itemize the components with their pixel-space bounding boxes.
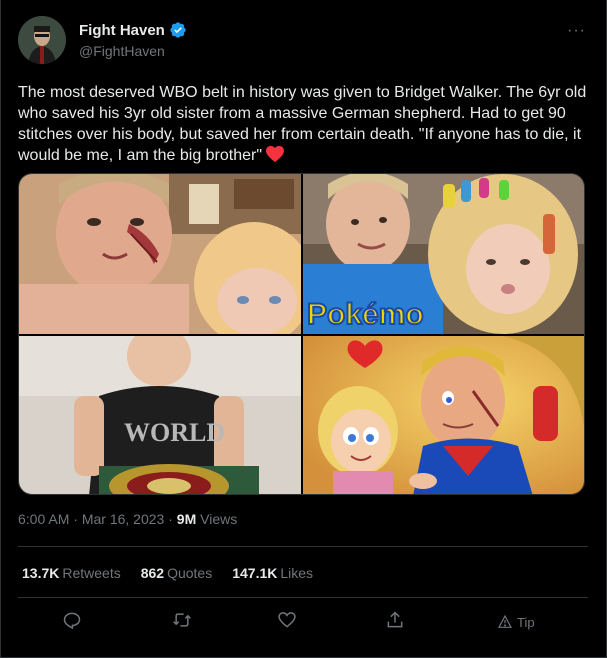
tweet-meta: 6:00 AM · Mar 16, 2023 · 9M Views <box>18 511 237 527</box>
photo-boy-with-belt[interactable]: WORLD <box>19 336 301 494</box>
share-icon <box>387 611 403 628</box>
quotes-stat[interactable]: 862 Quotes <box>141 565 213 581</box>
tweet-header: Fight Haven @FightHaven ··· <box>18 16 590 66</box>
world-shirt-text: WORLD <box>124 418 225 447</box>
likes-count: 147.1K <box>232 565 278 581</box>
share-button[interactable] <box>385 610 409 634</box>
tweet-text-body: The most deserved WBO belt in history wa… <box>18 84 587 164</box>
photo-boy-with-stitches[interactable] <box>19 174 301 334</box>
more-options-icon[interactable]: ··· <box>567 22 586 40</box>
tip-label: Tip <box>517 614 535 630</box>
likes-label: Likes <box>280 565 314 581</box>
meta-separator: · <box>73 511 78 527</box>
like-button[interactable] <box>277 610 301 634</box>
handle[interactable]: @FightHaven <box>79 43 165 59</box>
divider <box>18 597 588 598</box>
heart-icon <box>278 612 296 628</box>
photo-cartoon-illustration[interactable] <box>303 336 584 494</box>
views-label: Views <box>200 511 238 527</box>
tip-icon <box>498 614 512 628</box>
display-name[interactable]: Fight Haven <box>79 22 165 39</box>
retweet-button[interactable] <box>172 610 196 634</box>
photo-siblings-smiling[interactable]: Pokémo <box>303 174 584 334</box>
tweet-text: The most deserved WBO belt in history wa… <box>18 82 588 166</box>
engagement-stats: 13.7K Retweets 862 Quotes 147.1K Likes <box>22 565 313 581</box>
retweet-icon <box>173 613 191 627</box>
media-grid[interactable]: Pokémo WORLD <box>18 173 585 495</box>
views-count: 9M <box>176 511 197 527</box>
tweet-date[interactable]: Mar 16, 2023 <box>82 511 165 527</box>
name-row: Fight Haven <box>79 21 187 39</box>
pokemon-shirt-text: Pokémo <box>307 298 424 331</box>
reply-icon <box>63 612 81 630</box>
retweets-label: Retweets <box>62 565 121 581</box>
avatar[interactable] <box>18 16 66 64</box>
verified-badge-icon <box>170 22 186 38</box>
reply-button[interactable] <box>62 610 86 634</box>
action-bar: Tip <box>0 610 607 638</box>
meta-separator: · <box>168 511 173 527</box>
quotes-count: 862 <box>140 565 165 581</box>
likes-stat[interactable]: 147.1K Likes <box>232 565 313 581</box>
tip-button[interactable]: Tip <box>497 614 535 630</box>
quotes-label: Quotes <box>167 565 213 581</box>
tweet-time[interactable]: 6:00 AM <box>18 511 69 527</box>
retweets-stat[interactable]: 13.7K Retweets <box>22 565 121 581</box>
divider <box>18 546 588 547</box>
red-heart-emoji-icon <box>266 145 285 163</box>
retweets-count: 13.7K <box>22 565 60 581</box>
